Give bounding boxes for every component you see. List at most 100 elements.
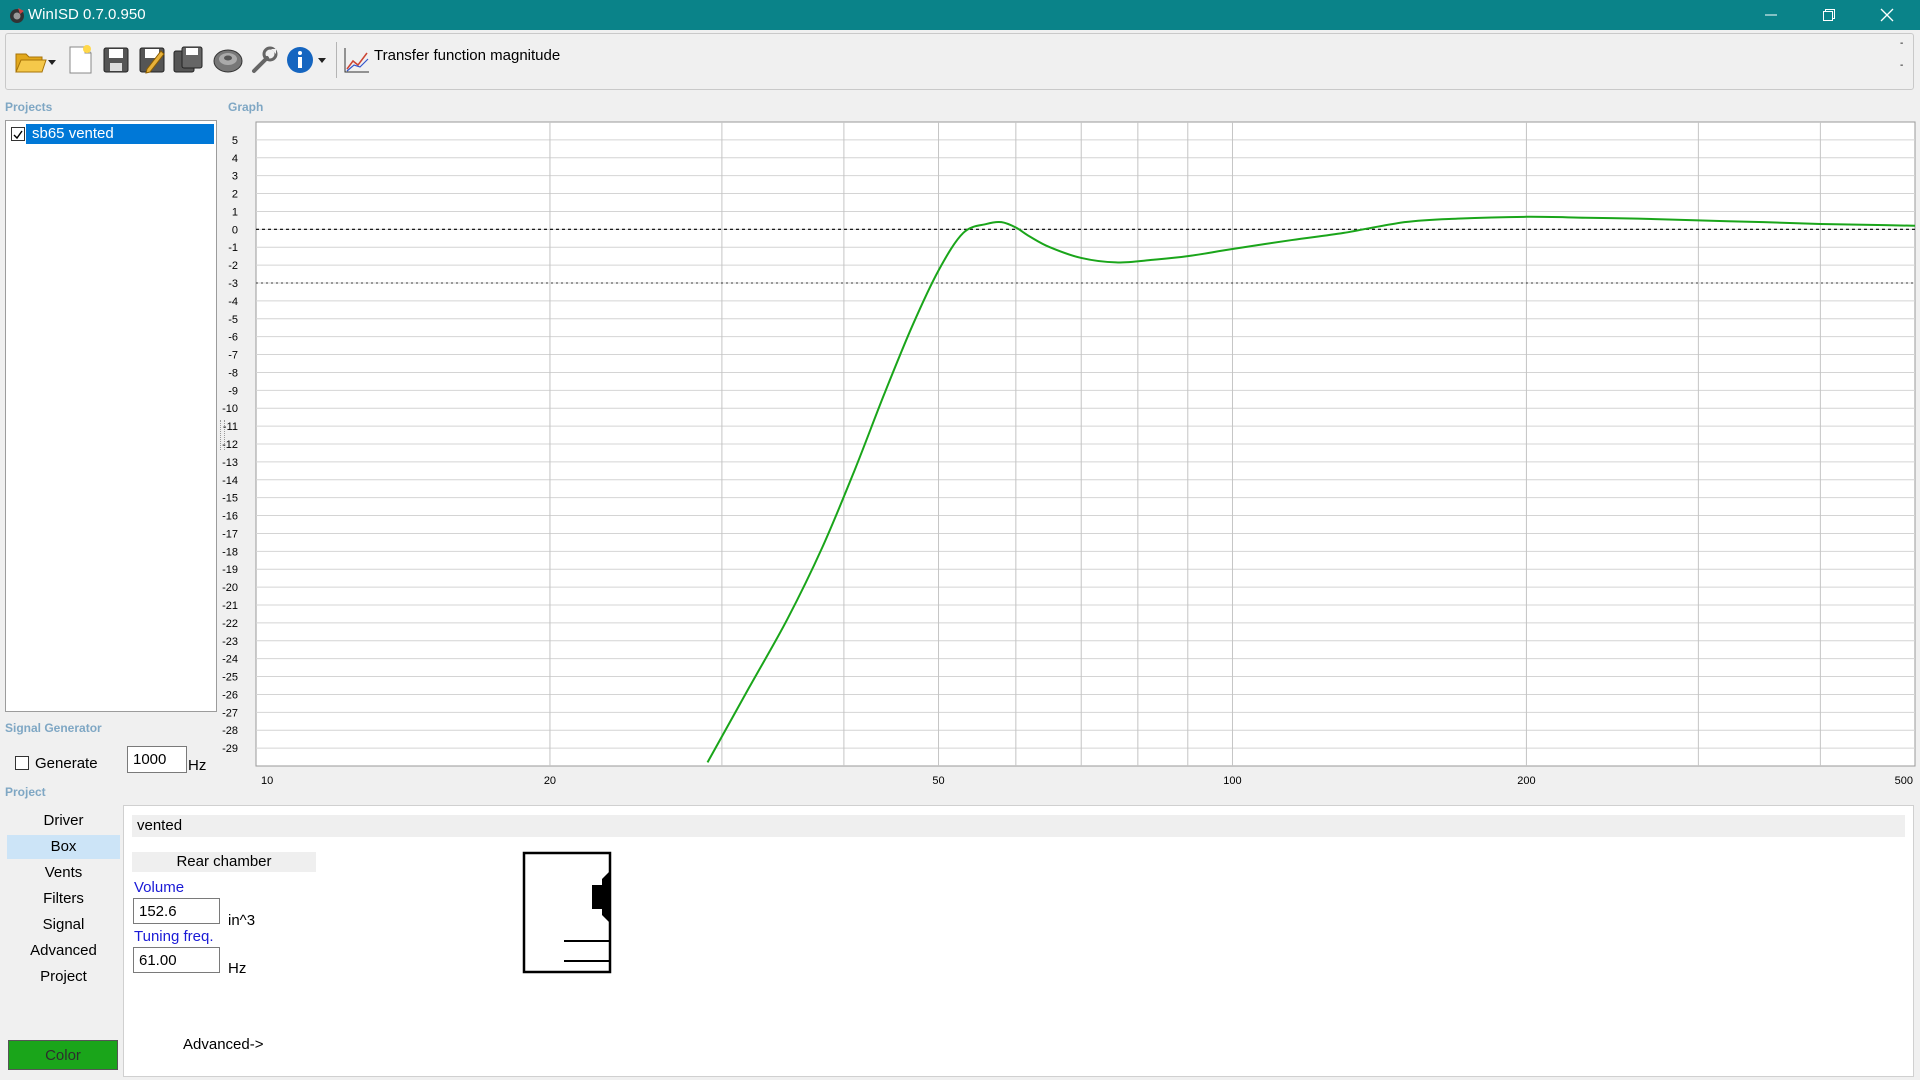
nav-project[interactable]: Project	[7, 965, 120, 989]
nav-driver[interactable]: Driver	[7, 809, 120, 833]
y-tick-label: -7	[228, 350, 238, 362]
nav-advanced[interactable]: Advanced	[7, 939, 120, 963]
y-tick-label: -10	[222, 403, 238, 415]
tuning-freq-label: Tuning freq.	[134, 928, 214, 945]
y-tick-label: -2	[228, 260, 238, 272]
new-file-icon	[69, 45, 92, 74]
x-tick-label: 50	[932, 775, 944, 787]
tuning-freq-unit: Hz	[228, 960, 247, 977]
advanced-link[interactable]: Advanced->	[183, 1036, 263, 1053]
nav-filters[interactable]: Filters	[7, 887, 120, 911]
save-as-button[interactable]	[134, 42, 170, 78]
signal-frequency-input[interactable]	[127, 746, 187, 773]
y-tick-label: 0	[232, 224, 238, 236]
y-tick-label: -23	[222, 636, 238, 648]
color-button[interactable]: Color	[8, 1040, 118, 1070]
volume-unit: in^3	[228, 912, 256, 929]
y-tick-label: 4	[232, 153, 238, 165]
minimize-icon	[1765, 14, 1777, 16]
x-tick-label: 100	[1223, 775, 1241, 787]
x-tick-label: 500	[1895, 775, 1913, 787]
toolbar-overflow-bottom[interactable]: -	[1900, 60, 1903, 71]
y-tick-label: -19	[222, 564, 238, 576]
y-tick-label: 1	[232, 206, 238, 218]
title-bar: WinISD 0.7.0.950	[0, 0, 1920, 30]
restore-button[interactable]	[1800, 0, 1858, 30]
y-tick-label: -15	[222, 493, 238, 505]
x-tick-label: 20	[544, 775, 556, 787]
checkmark-icon	[13, 130, 23, 140]
y-tick-label: -12	[222, 439, 238, 451]
volume-input[interactable]	[133, 898, 220, 924]
x-tick-label: 200	[1517, 775, 1535, 787]
save-as-icon	[139, 47, 165, 74]
nav-box[interactable]: Box	[7, 835, 120, 859]
save-button[interactable]	[98, 42, 134, 78]
project-visible-checkbox[interactable]	[11, 127, 25, 141]
y-tick-label: -22	[222, 618, 238, 630]
rear-chamber-label: Rear chamber	[132, 852, 316, 872]
y-tick-label: -3	[228, 278, 238, 290]
restore-icon	[1823, 9, 1835, 21]
signal-generator-section-label: Signal Generator	[5, 721, 102, 735]
save-icon	[103, 47, 129, 73]
y-tick-label: -13	[222, 457, 238, 469]
y-tick-label: -5	[228, 314, 238, 326]
driver-speaker-icon	[213, 49, 243, 73]
toolbar: - -	[5, 33, 1914, 90]
projects-section-label: Projects	[5, 100, 53, 114]
project-item[interactable]: sb65 vented	[26, 124, 214, 144]
y-tick-label: -28	[222, 725, 238, 737]
graph-mode-button[interactable]	[342, 42, 372, 78]
projects-list[interactable]	[5, 120, 217, 712]
y-tick-label: -27	[222, 707, 238, 719]
window-title: WinISD 0.7.0.950	[28, 6, 146, 23]
nav-vents[interactable]: Vents	[7, 861, 120, 885]
box-type-header: vented	[132, 815, 1905, 837]
driver-button[interactable]	[210, 42, 246, 78]
y-tick-label: 2	[232, 189, 238, 201]
open-folder-icon	[15, 53, 56, 73]
box-settings-panel	[123, 805, 1914, 1077]
y-tick-label: 3	[232, 171, 238, 183]
close-icon	[1880, 8, 1894, 22]
generate-checkbox[interactable]	[15, 756, 29, 770]
transfer-function-graph[interactable]: 543210-1-2-3-4-5-6-7-8-9-10-11-12-13-14-…	[222, 120, 1916, 790]
y-tick-label: -11	[223, 421, 238, 433]
close-button[interactable]	[1858, 0, 1916, 30]
graph-section-label: Graph	[228, 100, 264, 114]
x-tick-label: 10	[261, 775, 273, 787]
y-tick-label: -1	[228, 242, 238, 254]
y-tick-label: -26	[222, 689, 238, 701]
y-tick-label: 5	[232, 135, 238, 147]
generate-label: Generate	[35, 755, 98, 772]
save-all-button[interactable]	[170, 42, 206, 78]
app-icon	[8, 6, 26, 24]
tuning-freq-input[interactable]	[133, 947, 220, 973]
minimize-button[interactable]	[1742, 0, 1800, 30]
new-button[interactable]	[62, 42, 98, 78]
y-tick-label: -16	[222, 511, 238, 523]
nav-signal[interactable]: Signal	[7, 913, 120, 937]
y-tick-label: -24	[222, 654, 238, 666]
graph-mode-label[interactable]: Transfer function magnitude	[374, 47, 560, 64]
info-button[interactable]	[284, 42, 330, 78]
y-tick-label: -17	[222, 528, 238, 540]
save-all-icon	[173, 46, 203, 73]
tools-wrench-icon	[252, 46, 278, 73]
y-tick-label: -9	[228, 385, 238, 397]
toolbar-separator	[336, 42, 337, 78]
volume-label: Volume	[134, 879, 185, 896]
toolbar-overflow-top[interactable]: -	[1900, 38, 1903, 49]
y-tick-label: -25	[222, 672, 238, 684]
tools-button[interactable]	[246, 42, 282, 78]
open-folder-button[interactable]	[12, 42, 58, 78]
graph-chart-icon	[344, 48, 369, 73]
y-tick-label: -29	[222, 743, 238, 755]
y-tick-label: -21	[222, 600, 238, 612]
y-tick-label: -8	[228, 367, 238, 379]
y-tick-label: -6	[228, 332, 238, 344]
y-tick-label: -18	[222, 546, 238, 558]
y-tick-label: -14	[222, 475, 238, 487]
info-icon	[287, 47, 326, 73]
